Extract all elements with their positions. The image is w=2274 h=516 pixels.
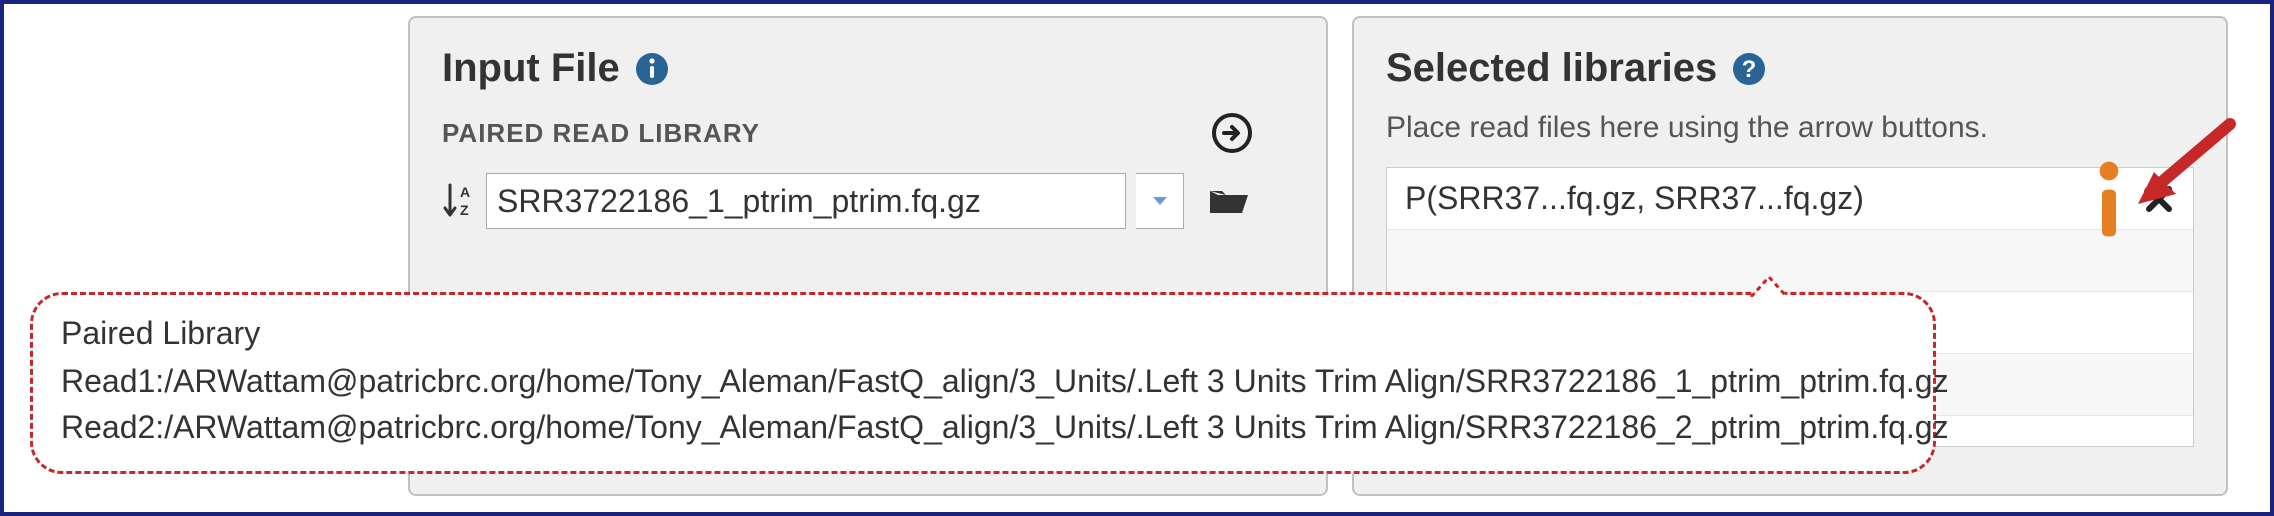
selected-libraries-description: Place read files here using the arrow bu… [1386,111,2194,145]
tooltip-pointer-icon [1749,275,1789,297]
library-row: P(SRR37...fq.gz, SRR37...fq.gz) [1387,168,2193,230]
svg-text:?: ? [1742,56,1757,83]
add-to-selected-button[interactable] [1210,111,1254,155]
folder-open-icon[interactable] [1206,181,1250,221]
svg-text:A: A [460,184,470,200]
subheader-row: PAIRED READ LIBRARY [442,111,1294,155]
input-file-title: Input File [442,46,620,91]
read-file-input[interactable] [486,173,1126,229]
app-frame: Input File PAIRED READ LIBRARY AZ [0,0,2274,516]
panel-title-row: Input File [442,46,1294,91]
sort-az-icon[interactable]: AZ [442,181,476,221]
panel-title-row: Selected libraries ? [1386,46,2194,91]
library-info-icon[interactable] [2095,181,2123,217]
remove-library-icon[interactable] [2143,183,2175,215]
selected-libraries-title: Selected libraries [1386,46,1717,91]
info-icon[interactable] [634,51,670,87]
dropdown-toggle[interactable] [1136,173,1184,229]
paired-read-library-label: PAIRED READ LIBRARY [442,118,760,149]
tooltip-read1: Read1:/ARWattam@patricbrc.org/home/Tony_… [61,358,1905,404]
svg-text:Z: Z [460,202,469,218]
library-tooltip: Paired Library Read1:/ARWattam@patricbrc… [30,292,1936,474]
tooltip-read2: Read2:/ARWattam@patricbrc.org/home/Tony_… [61,404,1905,450]
library-row-empty [1387,230,2193,292]
help-icon[interactable]: ? [1731,51,1767,87]
file-input-row: AZ [442,173,1294,229]
library-label: P(SRR37...fq.gz, SRR37...fq.gz) [1405,180,2095,217]
tooltip-title: Paired Library [61,315,1905,352]
